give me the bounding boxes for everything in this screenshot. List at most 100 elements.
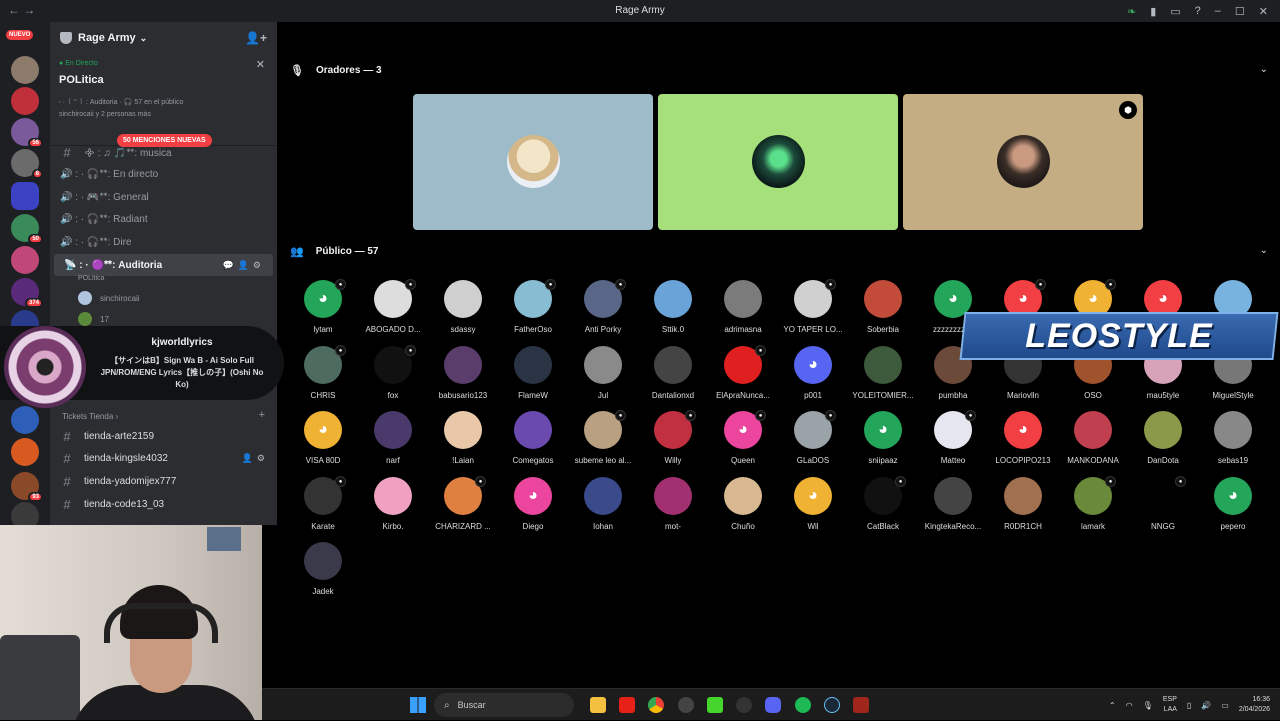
audience-member[interactable]: ◕ Wil: [778, 476, 848, 539]
audience-member[interactable]: ● CHRIS: [288, 344, 358, 408]
server-icon[interactable]: [11, 246, 39, 274]
close-button[interactable]: ✕: [1259, 5, 1268, 18]
start-button[interactable]: [410, 697, 426, 713]
network-icon[interactable]: ▯: [1187, 701, 1191, 710]
dota-icon[interactable]: [853, 697, 869, 713]
audience-member[interactable]: ◕ LOCOPIPO213: [988, 411, 1058, 473]
server-icon-active[interactable]: [11, 182, 39, 210]
audience-member[interactable]: ● YO TAPER LO...: [778, 279, 848, 342]
audience-member[interactable]: MANKODANA: [1058, 411, 1128, 473]
audience-member[interactable]: YOLEITOMIER...: [848, 345, 918, 408]
audience-member[interactable]: sebas19: [1198, 411, 1268, 473]
close-icon[interactable]: ✕: [256, 58, 265, 71]
server-icon[interactable]: 374: [11, 278, 43, 308]
server-icon[interactable]: [11, 56, 39, 84]
audience-member[interactable]: ◕ Diego: [498, 476, 568, 539]
github-icon[interactable]: [678, 697, 694, 713]
mic-tray-icon[interactable]: 🎙: [1143, 701, 1153, 710]
audience-member[interactable]: KingtekaReco...: [918, 476, 988, 539]
chevron-down-icon[interactable]: ⌄: [1260, 64, 1268, 75]
speaker-tile[interactable]: [413, 94, 653, 230]
audience-member[interactable]: !Laian: [428, 411, 498, 473]
channel-general[interactable]: 🔊 : · 🎮ᕯ: General: [50, 186, 277, 208]
audience-header[interactable]: 👥 Público — 57: [290, 245, 379, 258]
invite-people-icon[interactable]: 👤+: [245, 31, 267, 45]
audience-member[interactable]: ● CHARIZARD ...: [428, 475, 498, 539]
bookmark-icon[interactable]: ▮: [1150, 5, 1156, 18]
language-indicator[interactable]: ESP LAA: [1163, 695, 1177, 715]
channel-tienda-kingsle4032[interactable]: # tienda-kingsle4032 👤⚙: [50, 447, 277, 469]
channel-tools[interactable]: 👤⚙: [242, 453, 269, 464]
battery-icon[interactable]: ▭: [1221, 701, 1229, 710]
audience-member[interactable]: Kirbo.: [358, 476, 428, 539]
file-explorer-icon[interactable]: [590, 697, 606, 713]
chevron-down-icon[interactable]: ⌄: [1260, 245, 1268, 256]
volume-icon[interactable]: 🔊: [1201, 701, 1211, 710]
audience-member[interactable]: adrimasna: [708, 280, 778, 342]
audience-member[interactable]: ◕ VISA 80D: [288, 411, 358, 473]
channel-tienda-arte2159[interactable]: # tienda-arte2159: [50, 425, 277, 447]
audience-member[interactable]: ◕ pepero: [1198, 476, 1268, 539]
audience-member[interactable]: ● Karate: [288, 475, 358, 539]
channel-en-directo[interactable]: 🔊 : · 🎧ᕯ: En directo: [50, 163, 277, 185]
audience-member[interactable]: ● ElApraNunca...: [708, 344, 778, 408]
audience-member[interactable]: ● Willy: [638, 410, 708, 473]
channel-tools[interactable]: 💬👤⚙: [223, 260, 265, 271]
server-icon[interactable]: 56: [11, 118, 43, 148]
audience-member[interactable]: ● Anti Porky: [568, 279, 638, 342]
channel-radiant[interactable]: 🔊 : · 🎧ᕯ: Radiant: [50, 208, 277, 230]
new-mentions-pill[interactable]: 50 MENCIONES NUEVAS: [117, 134, 212, 147]
audience-member[interactable]: ● Matteo: [918, 410, 988, 473]
steam-icon[interactable]: [824, 697, 840, 713]
channel-auditoria[interactable]: 📡 : · 🟣ᕯ: Auditoria 💬👤⚙: [54, 254, 273, 276]
audience-member[interactable]: ● NNGG: [1128, 475, 1198, 539]
speakers-header[interactable]: 🎙 Oradores — 3: [290, 64, 382, 77]
server-icon[interactable]: [11, 438, 39, 466]
audience-member[interactable]: Chuño: [708, 476, 778, 539]
server-icon[interactable]: 93: [11, 472, 43, 502]
youtube-icon[interactable]: [619, 697, 635, 713]
razer-icon[interactable]: [707, 697, 723, 713]
minimize-button[interactable]: –: [1215, 5, 1221, 17]
audience-member[interactable]: Soberbia: [848, 280, 918, 342]
audience-member[interactable]: FlameW: [498, 345, 568, 408]
audience-member[interactable]: ● ABOGADO D...: [358, 279, 428, 342]
maximize-button[interactable]: ☐: [1235, 5, 1245, 18]
audience-member[interactable]: ◕ sniipaaz: [848, 411, 918, 473]
discord-icon[interactable]: [765, 697, 781, 713]
audience-member[interactable]: ● GLaDOS: [778, 410, 848, 473]
audience-member[interactable]: DanDota: [1128, 411, 1198, 473]
server-header[interactable]: Rage Army ⌄ 👤+: [50, 22, 277, 54]
audience-member[interactable]: Jul: [568, 345, 638, 408]
audience-member[interactable]: Jadek: [288, 542, 358, 604]
server-icon[interactable]: 8: [11, 149, 43, 179]
chrome-icon[interactable]: [648, 697, 664, 713]
add-channel-icon[interactable]: +: [259, 409, 265, 421]
speaker-tile[interactable]: [658, 94, 898, 230]
clock[interactable]: 16:36 2/04/2026: [1239, 695, 1270, 715]
g-hub-icon[interactable]: [736, 697, 752, 713]
category-tickets-tienda[interactable]: Tickets Tienda ›: [62, 412, 118, 421]
audience-member[interactable]: sdassy: [428, 280, 498, 342]
audience-member[interactable]: ● fox: [358, 344, 428, 408]
live-stage-panel[interactable]: ● En Directo ✕ POLitica ፡ · ꒰ ᑋ ꒱ : Audi…: [50, 54, 277, 146]
audience-member[interactable]: ● CatBlack: [848, 475, 918, 539]
wifi-icon[interactable]: ◠: [1126, 701, 1133, 710]
audience-member[interactable]: ● FatherOso: [498, 279, 568, 342]
audience-member[interactable]: narf: [358, 411, 428, 473]
audience-member[interactable]: babusario123: [428, 345, 498, 408]
channel-tienda-code13_03[interactable]: # tienda-code13_03: [50, 493, 277, 515]
speaker-tile[interactable]: ⬢: [903, 94, 1143, 230]
inbox-icon[interactable]: ▭: [1170, 5, 1180, 18]
channel-tienda-yadomijex777[interactable]: # tienda-yadomijex777: [50, 470, 277, 492]
server-icon[interactable]: [11, 87, 39, 115]
nitro-icon[interactable]: ❧: [1127, 5, 1136, 18]
audience-member[interactable]: ◕ ● lytam: [288, 279, 358, 342]
channel-dire[interactable]: 🔊 : · 🎧ᕯ: Dire: [50, 231, 277, 253]
chevron-up-icon[interactable]: ⌃: [1109, 701, 1116, 710]
audience-member[interactable]: ● lamark: [1058, 475, 1128, 539]
audience-member[interactable]: ◕ p001: [778, 345, 848, 408]
search-box[interactable]: ⌕ Buscar: [434, 693, 574, 717]
audience-member[interactable]: mot-: [638, 476, 708, 539]
spotify-icon[interactable]: [795, 697, 811, 713]
